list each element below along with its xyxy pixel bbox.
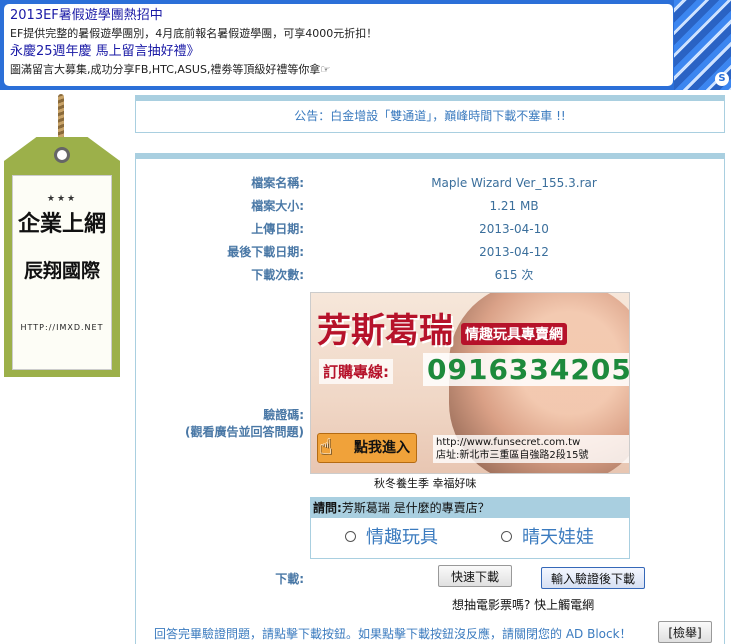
- info-label: 檔案名稱:: [251, 176, 304, 190]
- info-value: 615 次: [494, 268, 534, 282]
- sign-line2: 辰翔國際: [23, 260, 100, 282]
- sign-line1: 企業上網: [17, 211, 106, 237]
- tag-card: ★★★ 企業上網 辰翔國際 HTTP://IMXD.NET: [12, 175, 112, 370]
- announcement-text: 公告：白金增設「雙通道」，巔峰時間下載不塞車 !!: [294, 109, 566, 123]
- top-ad-banner: 2013EF暑假遊學團熱招中 EF提供完整的暑假遊學團別，4月底前報名暑假遊學團…: [0, 0, 731, 90]
- question-prefix: 請問:: [313, 501, 342, 515]
- ad-text-box: 2013EF暑假遊學團熱招中 EF提供完整的暑假遊學團別，4月底前報名暑假遊學團…: [3, 3, 674, 87]
- verify-download-button[interactable]: 輸入驗證後下載: [541, 567, 645, 589]
- fast-download-button[interactable]: 快速下載: [438, 565, 512, 587]
- banner-order-label: 訂購專線:: [319, 359, 393, 384]
- banner-street: 店址:新北市三重區自強路2段15號: [436, 450, 589, 461]
- info-value: 2013-04-10: [479, 222, 549, 236]
- banner-phone: 0916334205: [423, 353, 629, 386]
- banner-address: http://www.funsecret.com.tw 店址:新北市三重區自強路…: [433, 435, 629, 463]
- captcha-label: 驗證碼: (觀看廣告並回答問題): [136, 407, 304, 441]
- sign-url: HTTP://IMXD.NET: [20, 323, 104, 332]
- info-row-upload-date: 上傳日期: 2013-04-10: [136, 219, 724, 239]
- captcha-ad-banner[interactable]: 芳斯葛瑞 情趣玩具專賣網 訂購專線: 0916334205 點我進入 ☝ htt…: [310, 292, 630, 474]
- answer-option-1[interactable]: 情趣玩具: [345, 526, 438, 550]
- info-label: 檔案大小:: [251, 199, 304, 213]
- info-row-download-count: 下載次數: 615 次: [136, 265, 724, 285]
- movie-ticket-link[interactable]: 想抽電影票嗎? 快上觸電網: [452, 596, 594, 613]
- sponsor-tag-sign[interactable]: ★★★ 企業上網 辰翔國際 HTTP://IMXD.NET: [2, 92, 122, 382]
- ad-link-ef[interactable]: 2013EF暑假遊學團熱招中: [10, 7, 667, 25]
- ad-decoration: S: [674, 0, 731, 90]
- info-label: 最後下載日期:: [227, 245, 304, 259]
- radio-icon[interactable]: [501, 531, 512, 542]
- pointer-hand-icon: ☝: [319, 435, 333, 460]
- download-panel: 檔案名稱: Maple Wizard Ver_155.3.rar 檔案大小: 1…: [135, 153, 725, 644]
- ad-choice-icon[interactable]: S: [715, 72, 729, 86]
- info-label: 上傳日期:: [251, 222, 304, 236]
- info-row-last-download: 最後下載日期: 2013-04-12: [136, 242, 724, 262]
- captcha-label-line2: (觀看廣告並回答問題): [185, 425, 304, 439]
- radio-icon[interactable]: [345, 531, 356, 542]
- download-label: 下載:: [275, 572, 304, 586]
- info-row-filename: 檔案名稱: Maple Wizard Ver_155.3.rar: [136, 173, 724, 193]
- question-body: 芳斯葛瑞 是什麼的專賣店？: [341, 501, 490, 515]
- announcement-bar: 公告：白金增設「雙通道」，巔峰時間下載不塞車 !!: [135, 95, 725, 133]
- answer-option-2[interactable]: 晴天娃娃: [501, 526, 594, 550]
- stars-icon: ★★★: [46, 194, 78, 204]
- info-value: 1.21 MB: [489, 199, 539, 213]
- answer-option-2-label: 晴天娃娃: [522, 527, 594, 548]
- info-row-filesize: 檔案大小: 1.21 MB: [136, 196, 724, 216]
- info-value: 2013-04-12: [479, 245, 549, 259]
- answer-options: 情趣玩具 晴天娃娃: [311, 518, 629, 558]
- ad-link-yungching[interactable]: 永慶25週年慶 馬上留言抽好禮》: [10, 43, 667, 61]
- captcha-label-line1: 驗證碼:: [263, 408, 304, 422]
- tag-hole: [54, 147, 70, 163]
- answer-option-1-label: 情趣玩具: [366, 527, 438, 548]
- banner-subtitle: 情趣玩具專賣網: [461, 323, 567, 345]
- banner-caption: 秋冬養生季 幸福好味: [374, 477, 477, 490]
- footer-note: 回答完畢驗證問題，請點擊下載按鈕。如果點擊下載按鈕沒反應，請關閉您的 AD Bl…: [154, 627, 632, 641]
- ad-desc-yungching: 圖滿留言大募集,成功分享FB,HTC,ASUS,禮劵等頂級好禮等你拿☞: [10, 63, 331, 76]
- report-button[interactable]: [檢舉]: [658, 621, 712, 643]
- info-label: 下載次數:: [251, 268, 304, 282]
- banner-brand: 芳斯葛瑞: [317, 311, 453, 351]
- question-text: 請問:芳斯葛瑞 是什麼的專賣店？: [311, 498, 629, 518]
- info-value: Maple Wizard Ver_155.3.rar: [431, 176, 597, 190]
- captcha-question: 請問:芳斯葛瑞 是什麼的專賣店？ 情趣玩具 晴天娃娃: [310, 497, 630, 559]
- tag-body: ★★★ 企業上網 辰翔國際 HTTP://IMXD.NET: [4, 137, 120, 377]
- ad-desc-ef: EF提供完整的暑假遊學團別，4月底前報名暑假遊學團，可享4000元折扣！: [10, 27, 378, 40]
- banner-url: http://www.funsecret.com.tw: [436, 437, 581, 448]
